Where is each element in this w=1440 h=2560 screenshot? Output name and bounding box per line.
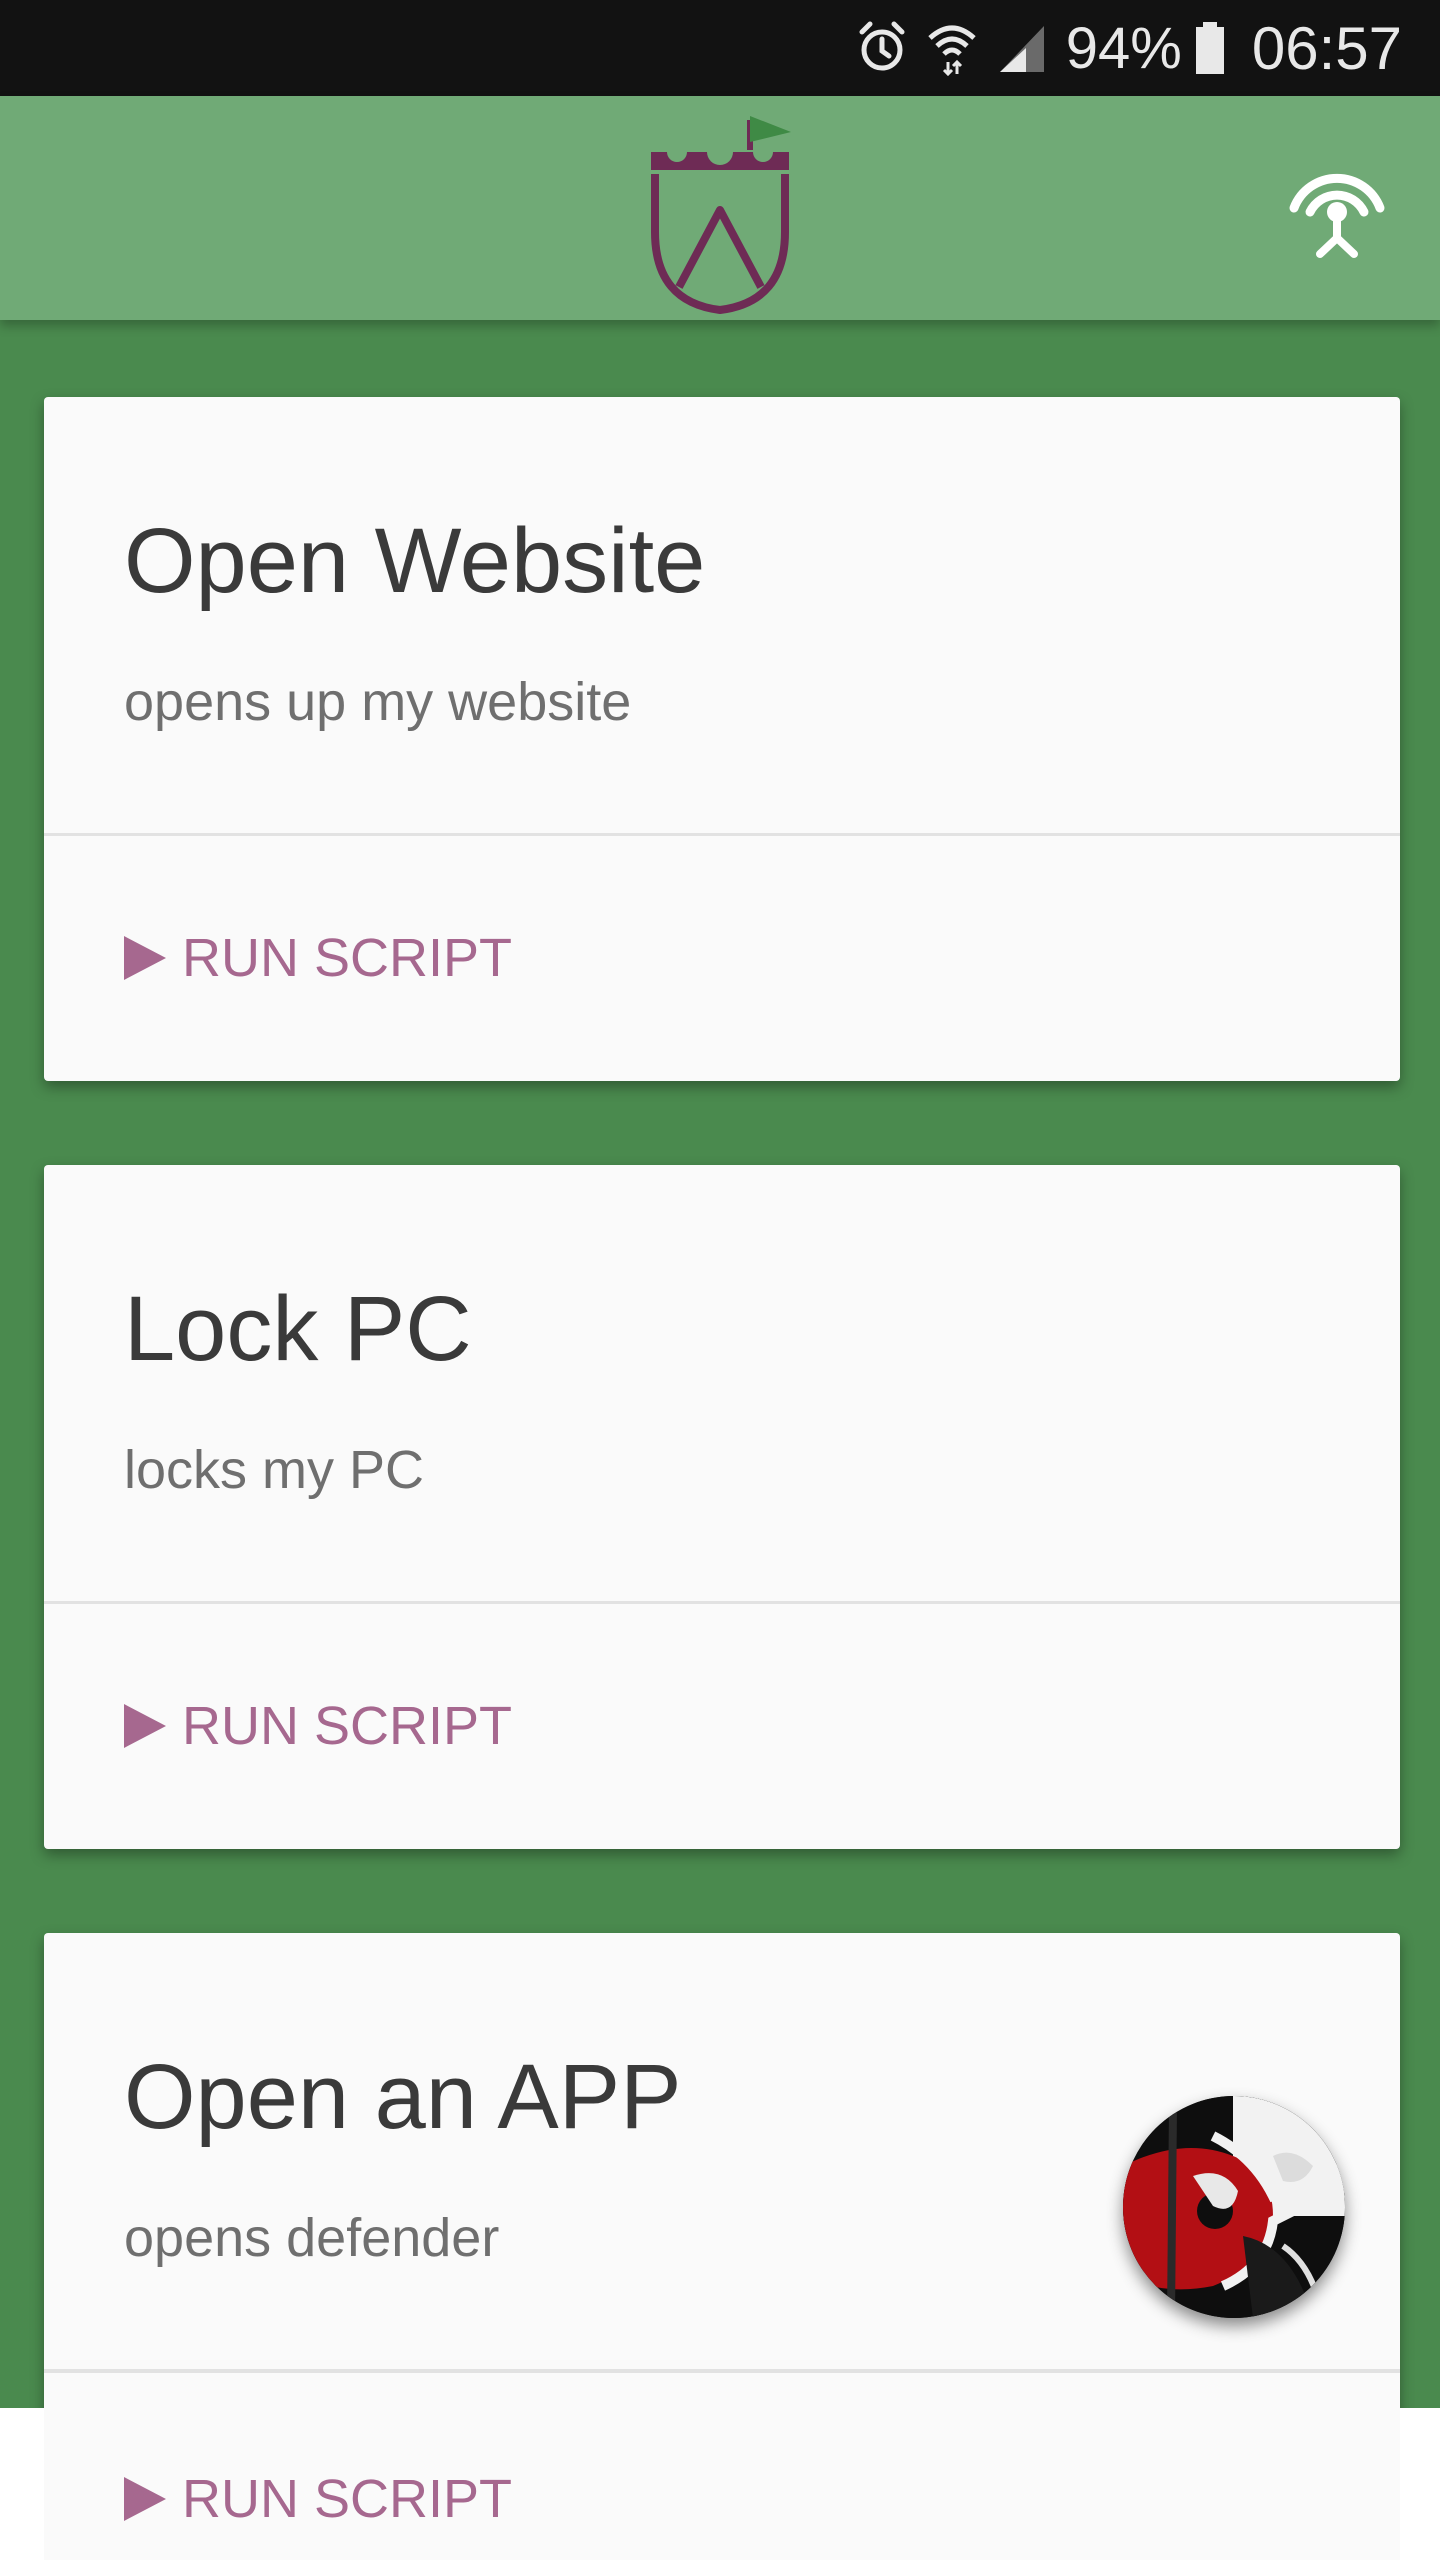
castle-shield-logo [651,116,791,315]
signal-icon [999,26,1044,72]
guitar-avatar-image[interactable] [1123,2096,1345,2318]
script-title: Open Website [124,510,706,612]
status-bar: 94% 06:57 [0,0,1440,96]
script-description: locks my PC [124,1440,425,1500]
run-script-label: RUN SCRIPT [182,928,513,988]
card-actions: RUN SCRIPT [44,836,1400,1081]
play-icon [124,936,166,980]
script-list: Open Website opens up my website RUN SCR… [0,320,1440,2408]
script-description: opens up my website [124,672,632,732]
battery-percent: 94% [1065,15,1182,81]
run-script-button[interactable]: RUN SCRIPT [122,1694,512,1758]
run-script-label: RUN SCRIPT [182,1696,513,1756]
script-title: Open an APP [124,2046,682,2148]
card-actions: RUN SCRIPT [44,1604,1400,1849]
run-script-button[interactable]: RUN SCRIPT [122,926,512,990]
battery-icon [1195,22,1224,74]
broadcast-icon[interactable] [1282,150,1392,260]
script-description: opens defender [124,2208,500,2268]
script-card-lock-pc: Lock PC locks my PC RUN SCRIPT [44,1165,1400,1849]
alarm-icon [859,21,905,71]
card-body: Lock PC locks my PC [44,1165,1400,1604]
card-actions: RUN SCRIPT [44,2370,1400,2560]
status-icons: 94% 06:57 [856,0,1402,96]
wifi-icon [928,25,976,76]
script-card-open-app-actions: RUN SCRIPT [44,2370,1400,2560]
play-icon [124,1704,166,1748]
run-script-label: RUN SCRIPT [182,2469,513,2529]
script-card-open-website: Open Website opens up my website RUN SCR… [44,397,1400,1081]
run-script-button[interactable]: RUN SCRIPT [122,2467,512,2531]
clock: 06:57 [1251,14,1402,82]
script-title: Lock PC [124,1278,472,1380]
guitar-avatar-icon [1123,2096,1345,2318]
play-icon [124,2477,166,2521]
card-body: Open Website opens up my website [44,397,1400,836]
